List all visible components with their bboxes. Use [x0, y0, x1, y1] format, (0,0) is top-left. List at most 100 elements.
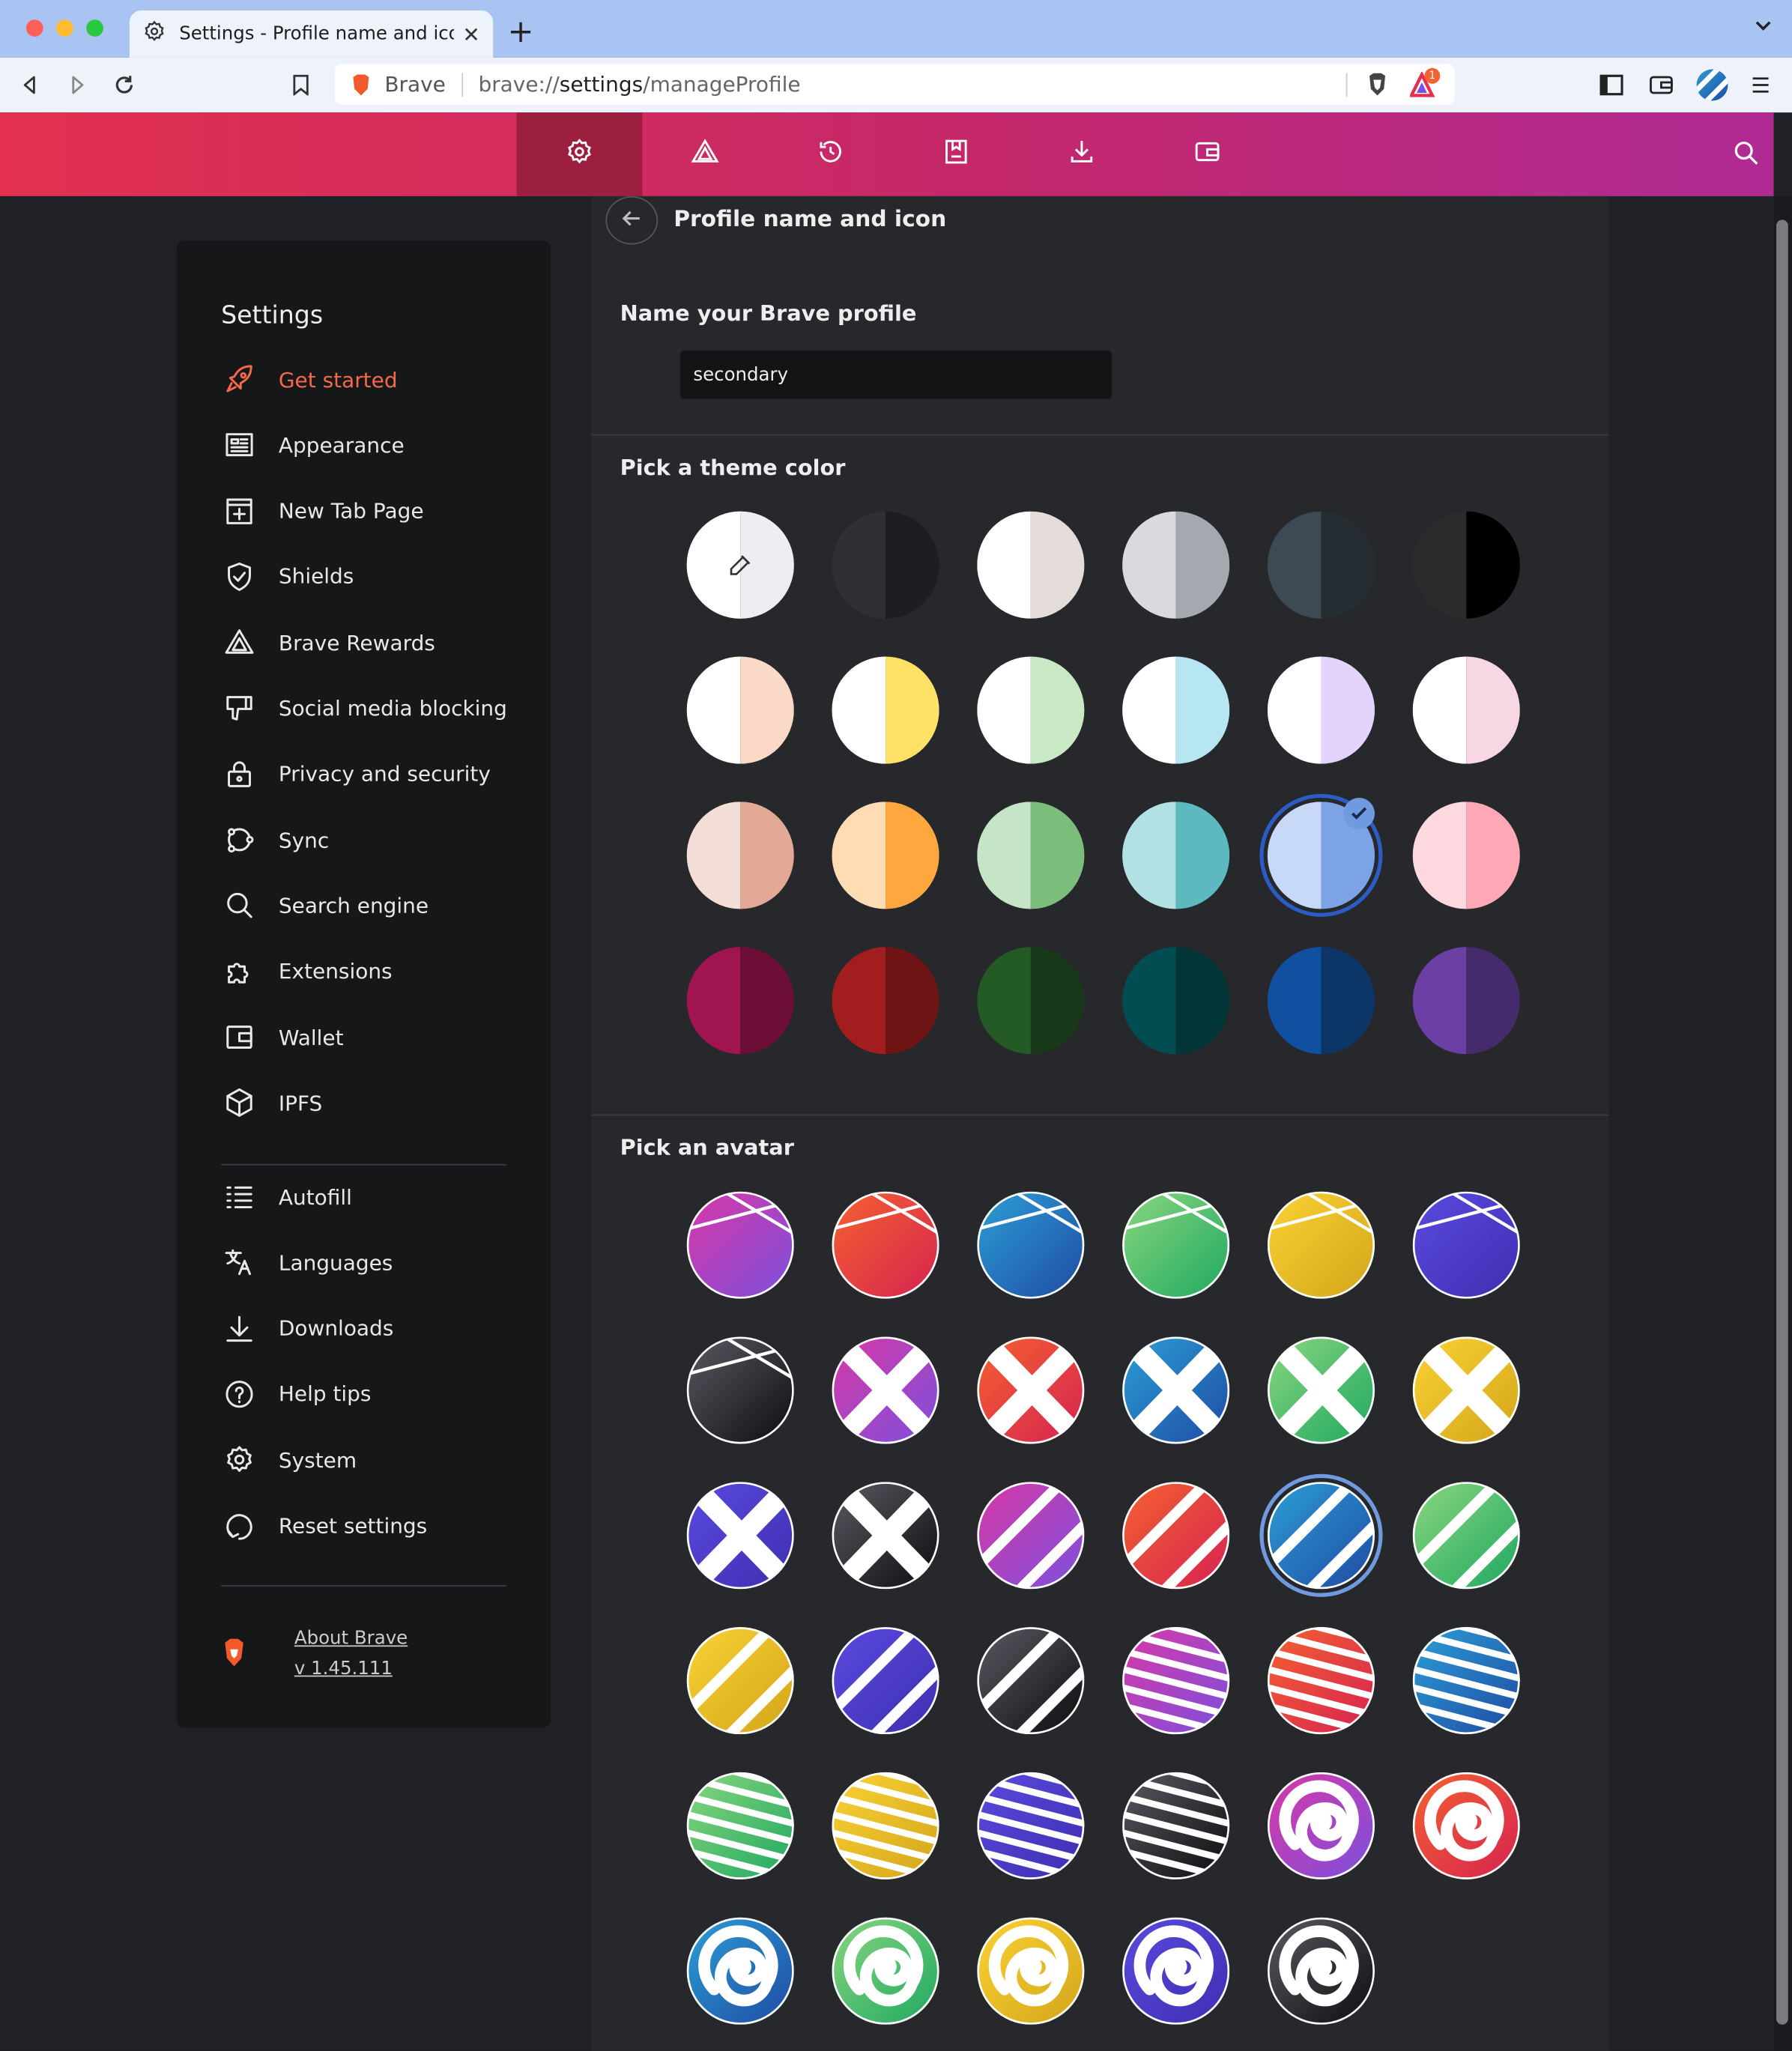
avatar-option-x[interactable]	[832, 1336, 939, 1444]
avatar-option-cross-lines[interactable]	[1122, 1191, 1230, 1299]
nav-downloads[interactable]	[1019, 112, 1145, 196]
avatar-option-spiral[interactable]	[832, 1917, 939, 2025]
sidebar-item-help-tips[interactable]: Help tips	[221, 1375, 371, 1414]
theme-color-swatch[interactable]	[977, 656, 1085, 764]
sidebar-item-shields[interactable]: Shields	[221, 557, 354, 596]
theme-color-swatch[interactable]	[1412, 656, 1520, 764]
avatar-option-stripes[interactable]	[977, 1772, 1085, 1880]
theme-color-swatch[interactable]	[1122, 802, 1230, 909]
forward-icon[interactable]	[60, 68, 94, 102]
theme-color-swatch[interactable]	[686, 656, 794, 764]
theme-color-swatch[interactable]	[686, 802, 794, 909]
avatar-option-spiral[interactable]	[1267, 1917, 1375, 2025]
zoom-window-button[interactable]	[86, 19, 103, 37]
avatar-option-diag[interactable]	[832, 1627, 939, 1735]
theme-color-swatch[interactable]	[832, 511, 939, 619]
avatar-option-diag[interactable]	[977, 1627, 1085, 1735]
menu-icon[interactable]	[1743, 68, 1777, 102]
back-icon[interactable]	[13, 68, 46, 102]
theme-color-swatch[interactable]	[977, 802, 1085, 909]
theme-color-swatch[interactable]	[1122, 511, 1230, 619]
address-bar[interactable]: Brave brave://settings/manageProfile 1	[334, 64, 1455, 105]
profile-avatar[interactable]	[1695, 68, 1729, 102]
scrollbar[interactable]	[1773, 196, 1792, 2051]
theme-color-swatch[interactable]	[686, 511, 794, 619]
close-window-button[interactable]	[25, 19, 43, 37]
avatar-option-spiral[interactable]	[1267, 1772, 1375, 1880]
sidebar-toggle-icon[interactable]	[1594, 68, 1628, 102]
avatar-option-cross-lines[interactable]	[686, 1336, 794, 1444]
avatar-option-diag[interactable]	[686, 1627, 794, 1735]
sidebar-item-reset-settings[interactable]: Reset settings	[221, 1506, 427, 1545]
sidebar-item-downloads[interactable]: Downloads	[221, 1309, 393, 1348]
profile-name-input[interactable]	[679, 350, 1113, 399]
theme-color-swatch[interactable]	[686, 947, 794, 1055]
sidebar-item-system[interactable]: System	[221, 1440, 357, 1479]
sidebar-item-new-tab-page[interactable]: New Tab Page	[221, 491, 424, 530]
sidebar-item-brave-rewards[interactable]: Brave Rewards	[221, 622, 435, 661]
rewards-icon[interactable]: 1	[1408, 67, 1441, 103]
avatar-option-diag[interactable]	[977, 1482, 1085, 1590]
sidebar-item-extensions[interactable]: Extensions	[221, 952, 393, 991]
sidebar-item-privacy-and-security[interactable]: Privacy and security	[221, 754, 491, 793]
avatar-option-spiral[interactable]	[1412, 1772, 1520, 1880]
avatar-option-cross-lines[interactable]	[686, 1191, 794, 1299]
theme-color-swatch[interactable]	[1122, 656, 1230, 764]
back-button[interactable]	[605, 196, 659, 245]
minimize-window-button[interactable]	[56, 19, 73, 37]
wallet-icon[interactable]	[1644, 68, 1678, 102]
theme-color-swatch[interactable]	[832, 947, 939, 1055]
avatar-option-stripes[interactable]	[1412, 1627, 1520, 1735]
theme-color-swatch[interactable]	[1412, 511, 1520, 619]
sidebar-item-languages[interactable]: Languages	[221, 1243, 393, 1282]
nav-bookmarks[interactable]	[894, 112, 1020, 196]
reload-icon[interactable]	[107, 68, 141, 102]
avatar-option-x[interactable]	[1122, 1336, 1230, 1444]
avatar-option-spiral[interactable]	[686, 1917, 794, 2025]
avatar-option-diag[interactable]	[1412, 1482, 1520, 1590]
shields-icon[interactable]	[1366, 72, 1389, 103]
sidebar-item-ipfs[interactable]: IPFS	[221, 1083, 322, 1122]
sidebar-item-search-engine[interactable]: Search engine	[221, 886, 429, 925]
close-tab-icon[interactable]: ✕	[462, 22, 479, 46]
avatar-option-x[interactable]	[832, 1482, 939, 1590]
theme-color-swatch[interactable]	[1412, 802, 1520, 909]
browser-tab[interactable]: Settings - Profile name and icon ✕	[129, 10, 494, 58]
nav-rewards[interactable]	[642, 112, 768, 196]
avatar-option-x[interactable]	[686, 1482, 794, 1590]
avatar-option-cross-lines[interactable]	[1412, 1191, 1520, 1299]
sidebar-item-appearance[interactable]: Appearance	[221, 425, 405, 464]
avatar-option-x[interactable]	[1267, 1336, 1375, 1444]
avatar-option-x[interactable]	[1412, 1336, 1520, 1444]
sidebar-item-social-media-blocking[interactable]: Social media blocking	[221, 688, 507, 727]
theme-color-swatch[interactable]	[832, 802, 939, 909]
avatar-option-cross-lines[interactable]	[977, 1191, 1085, 1299]
theme-color-swatch[interactable]	[1267, 511, 1375, 619]
avatar-option-stripes[interactable]	[832, 1772, 939, 1880]
theme-color-swatch[interactable]	[1267, 947, 1375, 1055]
version-link[interactable]: v 1.45.111	[294, 1655, 408, 1685]
search-icon[interactable]	[1732, 139, 1761, 172]
theme-color-swatch[interactable]	[977, 947, 1085, 1055]
avatar-option-stripes[interactable]	[686, 1772, 794, 1880]
about-brave-link[interactable]: About Brave	[294, 1625, 408, 1655]
nav-settings[interactable]	[516, 112, 643, 196]
scrollbar-thumb[interactable]	[1776, 219, 1788, 2025]
sidebar-item-autofill[interactable]: Autofill	[221, 1177, 352, 1216]
theme-color-swatch[interactable]	[1122, 947, 1230, 1055]
theme-color-swatch[interactable]	[977, 511, 1085, 619]
avatar-option-stripes[interactable]	[1267, 1627, 1375, 1735]
avatar-option-spiral[interactable]	[977, 1917, 1085, 2025]
avatar-option-cross-lines[interactable]	[1267, 1191, 1375, 1299]
bookmark-icon[interactable]	[284, 68, 318, 102]
sidebar-item-sync[interactable]: Sync	[221, 820, 329, 859]
avatar-option-x[interactable]	[977, 1336, 1085, 1444]
avatar-option-stripes[interactable]	[1122, 1627, 1230, 1735]
nav-wallet[interactable]	[1145, 112, 1271, 196]
theme-color-swatch[interactable]	[1267, 656, 1375, 764]
new-tab-button[interactable]: +	[507, 13, 533, 49]
theme-color-swatch[interactable]	[832, 656, 939, 764]
avatar-option-stripes[interactable]	[1122, 1772, 1230, 1880]
avatar-option-cross-lines[interactable]	[832, 1191, 939, 1299]
theme-color-swatch[interactable]	[1412, 947, 1520, 1055]
